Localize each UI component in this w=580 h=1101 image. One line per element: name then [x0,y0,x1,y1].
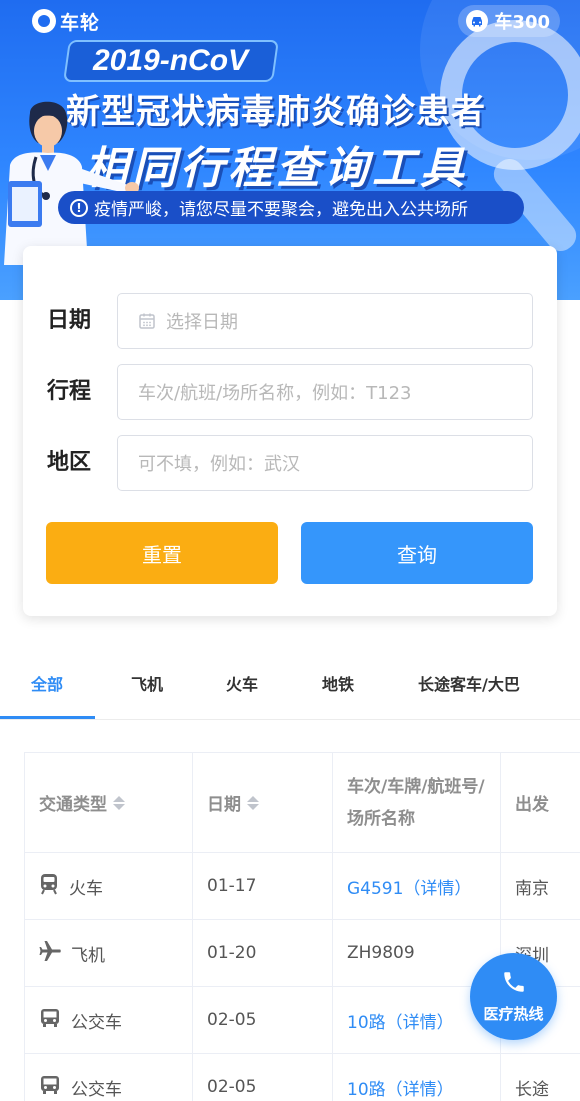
tab-train[interactable]: 火车 [226,660,258,720]
area-label: 地区 [47,450,92,475]
cell-departure: 长途 [500,1053,580,1101]
calendar-icon [138,312,156,330]
tab-plane[interactable]: 飞机 [131,660,163,720]
date-picker-input[interactable]: 选择日期 [117,293,533,349]
date-placeholder: 选择日期 [166,312,238,333]
area-row: 地区 可不填，例如：武汉 [23,435,557,491]
cell-date: 02-05 [192,986,333,1054]
info-icon: ! [70,198,88,217]
cell-date: 01-17 [192,852,333,920]
cell-departure: 南京 [500,852,580,920]
trip-detail-link[interactable]: G4591（详情） [332,852,501,920]
headline-secondary: 相同行程查询工具 [84,143,468,194]
notice-text: 疫情严峻，请您尽量不要聚会，避免出入公共场所 [94,200,468,220]
active-tab-indicator [0,716,95,719]
search-form: 日期 选择日期 行程 车次/航班/场所名称，例如：T123 地区 可不填，例如：… [23,246,557,616]
header-number: 车次/车牌/航班号/场所名称 [332,752,501,853]
row-type: 火车 [69,878,103,899]
hotline-label: 医疗热线 [483,1005,544,1023]
table-row: 火车 01-17 G4591（详情） 南京 [24,852,580,920]
cell-type: 火车 [24,852,193,920]
trip-detail-link[interactable]: 10路（详情） [332,1053,501,1101]
cell-type: 飞机 [24,919,193,987]
medical-hotline-button[interactable]: 医疗热线 [470,953,557,1040]
sort-icon[interactable] [113,795,125,810]
trip-placeholder: 车次/航班/场所名称，例如：T123 [138,383,412,404]
doctor-illustration [4,101,139,265]
date-row: 日期 选择日期 [23,293,557,349]
ncov-tag: 2019-nCoV [63,40,279,82]
area-placeholder: 可不填，例如：武汉 [138,454,300,475]
tab-all[interactable]: 全部 [31,660,63,720]
cell-type: 公交车 [24,1053,193,1101]
tab-coach-bus[interactable]: 长途客车/大巴 [418,660,520,720]
trip-row: 行程 车次/航班/场所名称，例如：T123 [23,364,557,420]
plane-icon [39,940,61,967]
header-date[interactable]: 日期 [192,752,333,853]
header-transport-type[interactable]: 交通类型 [24,752,193,853]
cell-date: 01-20 [192,919,333,987]
brand-logo-left: 车轮 [32,6,100,36]
table-header-row: 交通类型 日期 车次/车牌/航班号/场所名称 出发 [24,752,580,853]
row-type: 飞机 [71,945,105,966]
transport-tabs: 全部 飞机 火车 地铁 长途客车/大巴 [0,660,580,720]
trip-label: 行程 [47,379,92,404]
row-type: 公交车 [71,1012,122,1033]
header-departure: 出发 [500,752,580,853]
tab-subway[interactable]: 地铁 [322,660,354,720]
bus-icon [39,1007,61,1034]
bus-icon [39,1074,61,1101]
train-icon [39,873,59,900]
trip-input[interactable]: 车次/航班/场所名称，例如：T123 [117,364,533,420]
brand-logo-right: 车300 [458,5,560,37]
query-button[interactable]: 查询 [301,522,533,584]
area-input[interactable]: 可不填，例如：武汉 [117,435,533,491]
phone-icon [501,969,527,999]
date-label: 日期 [47,308,92,333]
table-row: 公交车 02-05 10路（详情） 长途 [24,1053,580,1101]
results-table[interactable]: 交通类型 日期 车次/车牌/航班号/场所名称 出发 火车 01-17 G4591… [24,752,580,1101]
sort-icon[interactable] [247,795,259,810]
brand-mark-icon [32,9,56,33]
brand-name-left: 车轮 [60,11,101,34]
cell-date: 02-05 [192,1053,333,1101]
car-icon [466,10,489,32]
ncov-tag-text: 2019-nCoV [93,44,249,77]
header-transport-type-label: 交通类型 [39,795,107,815]
cell-type: 公交车 [24,986,193,1054]
brand-name-right: 车300 [494,12,550,33]
row-type: 公交车 [71,1079,122,1100]
notice-bar: ! 疫情严峻，请您尽量不要聚会，避免出入公共场所 [58,191,524,224]
reset-button[interactable]: 重置 [46,522,278,584]
header-date-label: 日期 [207,795,241,815]
